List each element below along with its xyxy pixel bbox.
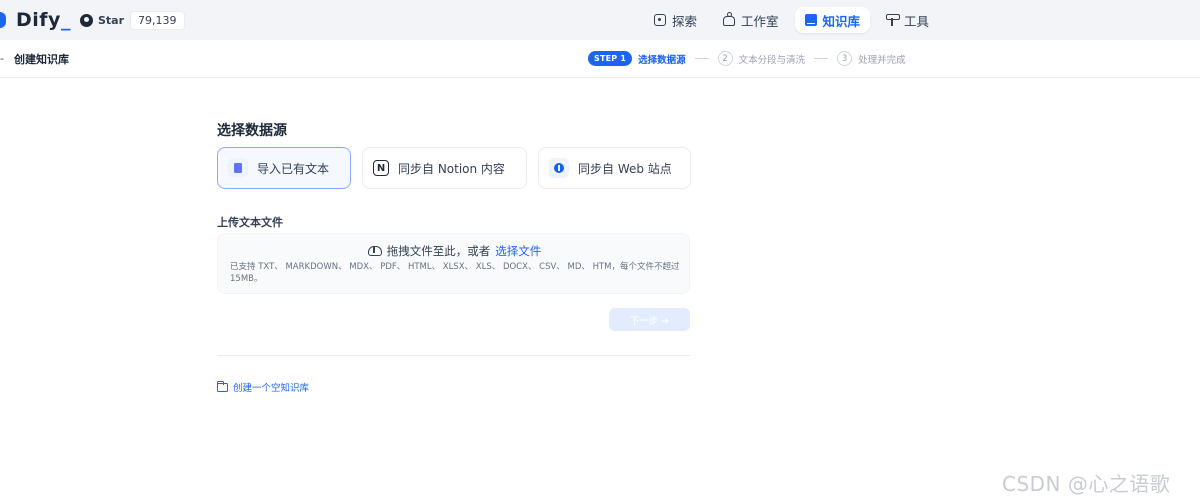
- top-navigation-bar: Dify_ Star 79,139 探索 工作室 知识库 工具: [0, 0, 1200, 40]
- back-button[interactable]: -: [0, 52, 4, 65]
- next-step-button[interactable]: 下一步 ➔: [609, 308, 690, 331]
- nav-explore[interactable]: 探索: [644, 7, 707, 33]
- nav-studio[interactable]: 工作室: [713, 7, 789, 33]
- cloud-upload-icon: [367, 246, 382, 256]
- nav-tools[interactable]: 工具: [876, 7, 939, 33]
- file-icon: [228, 158, 248, 178]
- source-notion[interactable]: N 同步自 Notion 内容: [362, 147, 527, 189]
- step-1-label: 选择数据源: [638, 54, 686, 66]
- github-icon: [80, 13, 93, 27]
- file-dropzone[interactable]: 拖拽文件至此，或者 选择文件 已支持 TXT、 MARKDOWN、 MDX、 P…: [217, 233, 690, 294]
- github-star-widget[interactable]: Star 79,139: [80, 9, 185, 31]
- step-2-number: 2: [717, 51, 733, 66]
- nav-knowledge[interactable]: 知识库: [794, 7, 871, 33]
- supported-formats-hint: 已支持 TXT、 MARKDOWN、 MDX、 PDF、 HTML、 XLSX、…: [230, 262, 680, 284]
- step-3-number: 3: [837, 51, 853, 66]
- folder-icon: [217, 380, 228, 392]
- source-import-text[interactable]: 导入已有文本: [217, 147, 351, 189]
- step-indicator: STEP 1 选择数据源 2 文本分段与清洗 3 处理并完成: [588, 51, 906, 66]
- divider: [217, 355, 690, 356]
- source-web[interactable]: 同步自 Web 站点: [538, 147, 691, 189]
- github-star-count[interactable]: 79,139: [130, 10, 185, 30]
- select-file-link[interactable]: 选择文件: [495, 243, 541, 259]
- dify-logo[interactable]: Dify_: [0, 6, 71, 34]
- knowledge-icon: [804, 14, 817, 26]
- step-3-label: 处理并完成: [858, 54, 906, 66]
- upload-title: 上传文本文件: [217, 216, 283, 229]
- watermark: CSDN @心之语歌: [1002, 472, 1171, 496]
- web-icon: [549, 158, 569, 178]
- explore-icon: [654, 14, 666, 26]
- logo-mark-icon: [0, 12, 6, 28]
- step-2-label: 文本分段与清洗: [738, 54, 806, 66]
- step-divider: [814, 58, 829, 59]
- data-source-options: 导入已有文本 N 同步自 Notion 内容 同步自 Web 站点: [217, 147, 691, 189]
- tools-icon: [886, 14, 901, 26]
- main-nav: 探索 工作室 知识库 工具: [644, 7, 939, 33]
- create-dataset-header: - 创建知识库 STEP 1 选择数据源 2 文本分段与清洗 3 处理并完成: [0, 40, 1200, 78]
- step-divider: [694, 58, 709, 59]
- dropzone-text: 拖拽文件至此，或者: [386, 244, 491, 258]
- studio-icon: [723, 12, 736, 26]
- page-title: 创建知识库: [14, 53, 69, 66]
- github-star-button[interactable]: Star: [80, 13, 130, 27]
- notion-icon: N: [373, 160, 389, 176]
- create-empty-knowledge-link[interactable]: 创建一个空知识库: [217, 380, 309, 394]
- step-1-badge: STEP 1: [588, 51, 633, 66]
- section-title: 选择数据源: [217, 123, 287, 139]
